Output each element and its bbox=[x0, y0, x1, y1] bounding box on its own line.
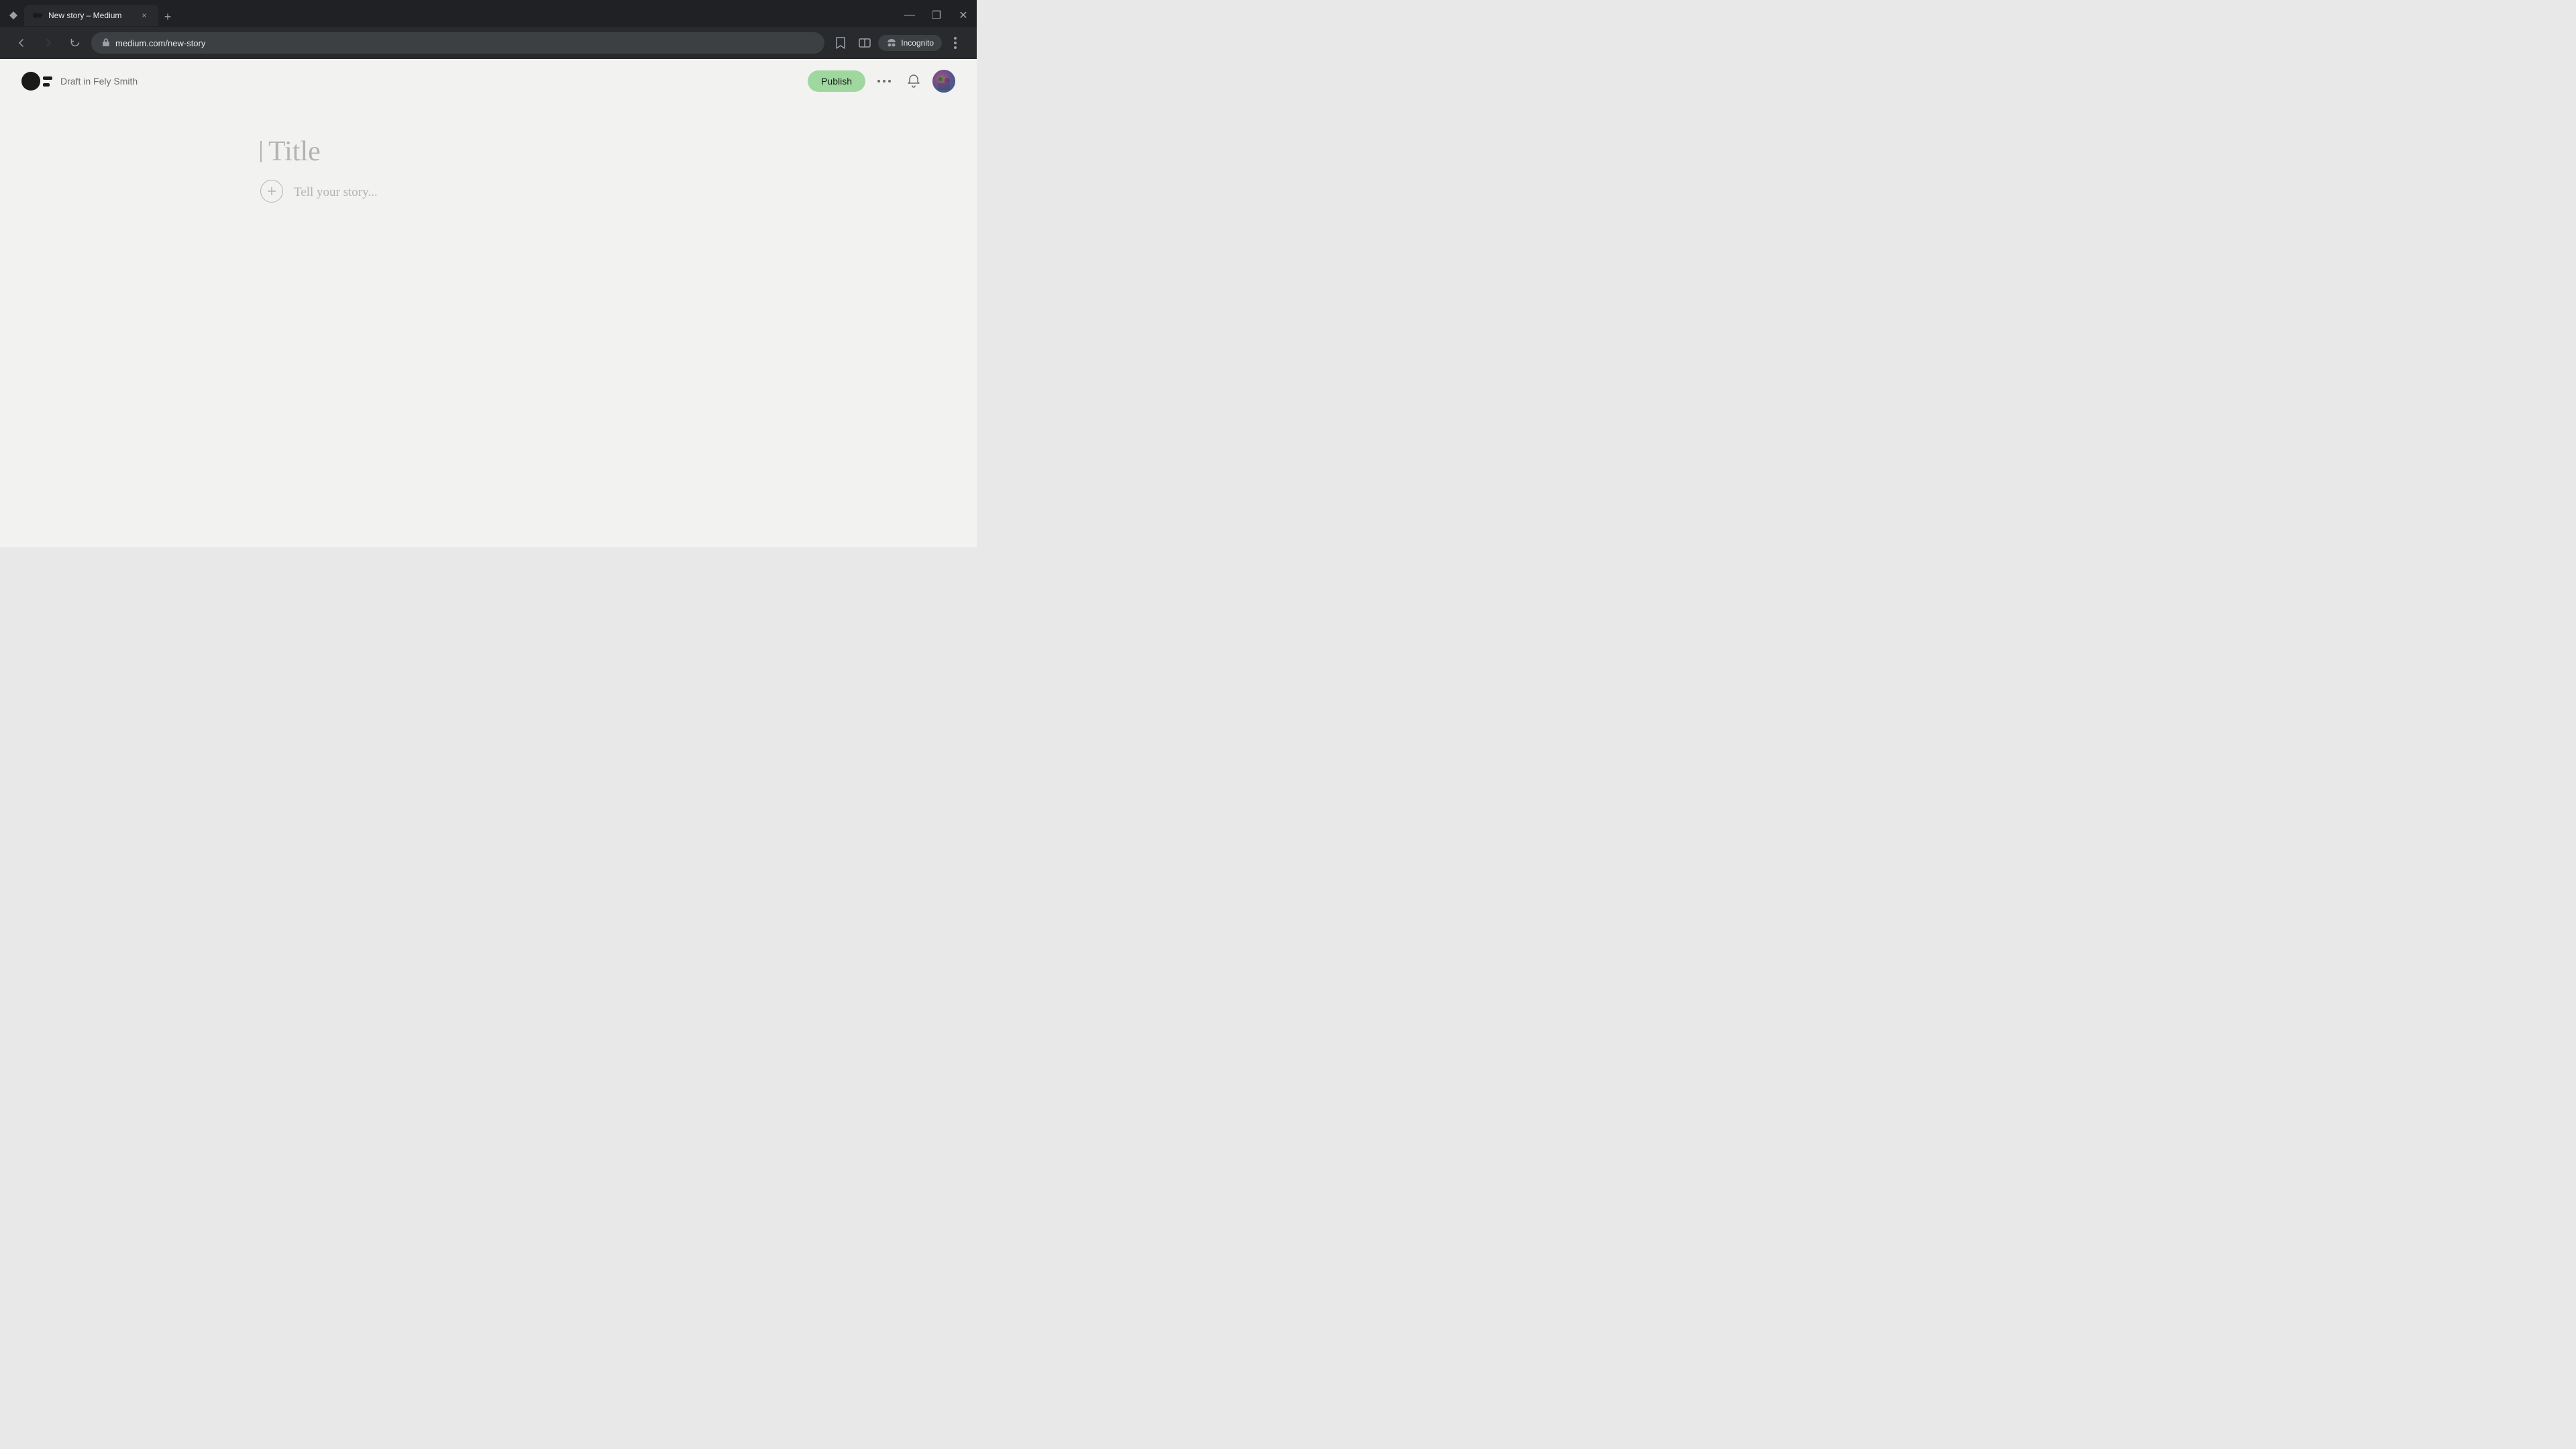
nav-bar: medium.com/new-story Inco bbox=[0, 27, 977, 59]
active-tab[interactable]: New story – Medium × bbox=[24, 5, 158, 26]
tabs-area: New story – Medium × + bbox=[24, 5, 899, 26]
notification-button[interactable] bbox=[903, 70, 924, 92]
security-icon bbox=[102, 38, 110, 48]
close-button[interactable]: ✕ bbox=[955, 7, 971, 23]
medium-toolbar: Draft in Fely Smith Publish bbox=[0, 59, 977, 103]
back-button[interactable] bbox=[11, 32, 32, 54]
story-area: Tell your story... bbox=[260, 181, 716, 204]
split-view-button[interactable] bbox=[854, 32, 875, 54]
title-placeholder[interactable]: Title bbox=[263, 136, 321, 167]
page-content: Draft in Fely Smith Publish bbox=[0, 59, 977, 547]
draft-status: Draft in Fely Smith bbox=[60, 76, 138, 87]
address-bar[interactable]: medium.com/new-story bbox=[91, 32, 824, 54]
forward-button[interactable] bbox=[38, 32, 59, 54]
logo-circle bbox=[21, 72, 40, 91]
editor-area: Title Tell your story... bbox=[0, 103, 977, 547]
logo-bars bbox=[43, 76, 52, 87]
minimize-button[interactable]: — bbox=[902, 7, 918, 23]
bookmark-button[interactable] bbox=[830, 32, 851, 54]
tab-switcher[interactable] bbox=[5, 7, 21, 23]
medium-logo-area: Draft in Fely Smith bbox=[21, 72, 138, 91]
medium-toolbar-right: Publish bbox=[808, 70, 955, 93]
more-options-button[interactable] bbox=[873, 70, 895, 92]
incognito-badge[interactable]: Incognito bbox=[878, 35, 942, 51]
title-bar: New story – Medium × + — ❐ ✕ bbox=[0, 0, 977, 27]
new-tab-button[interactable]: + bbox=[158, 7, 177, 26]
medium-logo bbox=[21, 72, 52, 91]
url-text: medium.com/new-story bbox=[115, 38, 814, 48]
user-avatar[interactable] bbox=[932, 70, 955, 93]
editor-content: Title Tell your story... bbox=[260, 136, 716, 204]
browser-menu-button[interactable] bbox=[945, 32, 966, 54]
tab-favicon bbox=[32, 10, 43, 21]
logo-bar-bottom bbox=[43, 83, 50, 87]
tab-close-button[interactable]: × bbox=[138, 9, 150, 21]
incognito-label: Incognito bbox=[901, 38, 934, 48]
tab-title: New story – Medium bbox=[48, 11, 133, 20]
logo-bar-top bbox=[43, 76, 52, 80]
story-placeholder[interactable]: Tell your story... bbox=[294, 181, 378, 204]
restore-button[interactable]: ❐ bbox=[928, 7, 945, 23]
browser-chrome: New story – Medium × + — ❐ ✕ bbox=[0, 0, 977, 59]
add-content-button[interactable] bbox=[260, 180, 283, 203]
window-controls: — ❐ ✕ bbox=[902, 7, 971, 23]
reload-button[interactable] bbox=[64, 32, 86, 54]
title-field[interactable]: Title bbox=[260, 136, 716, 168]
publish-button[interactable]: Publish bbox=[808, 70, 865, 92]
title-cursor bbox=[260, 141, 262, 162]
nav-right-controls: Incognito bbox=[830, 32, 966, 54]
